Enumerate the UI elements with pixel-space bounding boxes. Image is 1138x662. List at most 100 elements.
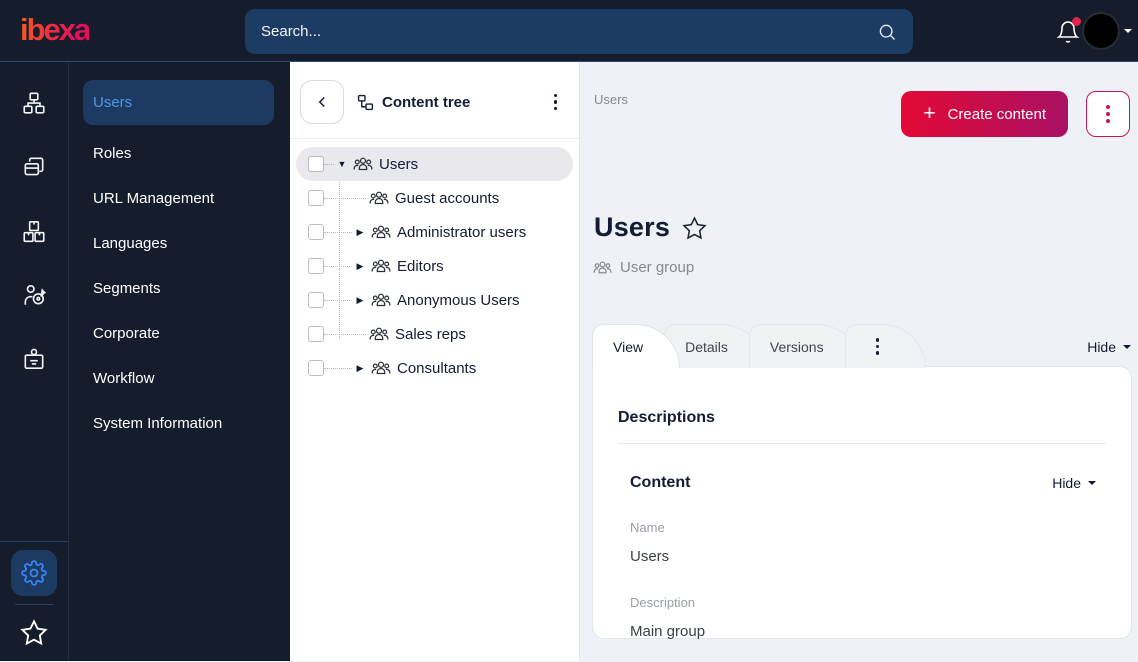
global-search[interactable] xyxy=(245,9,913,54)
tree-connector xyxy=(324,299,352,301)
tree-header-divider xyxy=(290,138,579,139)
tab-versions[interactable]: Versions xyxy=(748,324,861,368)
tree-item-consultants[interactable]: ▶ Consultants xyxy=(296,351,573,385)
tree-connector xyxy=(324,197,366,199)
notification-bell-icon[interactable] xyxy=(1056,17,1081,44)
field-value-description: Main group xyxy=(630,623,706,640)
tree-connector xyxy=(324,163,334,165)
field-label-description: Description xyxy=(630,595,696,610)
content-tree-title-wrap: Content tree xyxy=(357,94,470,111)
tree-item-editors[interactable]: ▶ Editors xyxy=(296,249,573,283)
icon-rail xyxy=(0,62,69,661)
tree-item-label: Users xyxy=(379,155,419,173)
checkbox[interactable] xyxy=(308,156,324,172)
checkbox[interactable] xyxy=(308,224,324,240)
user-group-icon xyxy=(371,293,391,307)
admin-menu-sidebar: Users Roles URL Management Languages Seg… xyxy=(69,62,290,661)
tree-connector xyxy=(324,231,352,233)
content-tree-list: ▼ Users Guest accounts ▶ Administrator u… xyxy=(290,145,579,385)
content-tree-title: Content tree xyxy=(382,93,471,111)
bookmark-star-icon[interactable] xyxy=(682,216,707,241)
caret-down-icon xyxy=(1088,481,1096,489)
caret-right-icon[interactable]: ▶ xyxy=(352,363,368,374)
sidebar-item-languages[interactable]: Languages xyxy=(83,221,274,266)
create-content-button[interactable]: + Create content xyxy=(901,91,1068,137)
top-bar: ibexa xyxy=(0,0,1138,62)
field-label-name: Name xyxy=(630,520,665,535)
tree-item-administrator-users[interactable]: ▶ Administrator users xyxy=(296,215,573,249)
admin-icon[interactable] xyxy=(21,346,47,372)
kebab-icon xyxy=(866,338,890,355)
app-body: Users Roles URL Management Languages Seg… xyxy=(0,62,1138,661)
hide-label: Hide xyxy=(1052,475,1081,491)
ibexa-logo[interactable]: ibexa xyxy=(20,12,91,48)
sidebar-item-roles[interactable]: Roles xyxy=(83,131,274,176)
content-type-text: User group xyxy=(620,259,695,276)
content-tree-icon xyxy=(357,94,374,110)
search-input[interactable] xyxy=(261,23,877,40)
tree-item-users[interactable]: ▼ Users xyxy=(296,147,573,181)
breadcrumb[interactable]: Users xyxy=(594,92,628,107)
user-group-icon xyxy=(369,327,389,341)
checkbox[interactable] xyxy=(308,360,324,376)
sidebar-item-workflow[interactable]: Workflow xyxy=(83,356,274,401)
sidebar-item-url-management[interactable]: URL Management xyxy=(83,176,274,221)
hide-label: Hide xyxy=(1087,339,1116,355)
content-structure-icon[interactable] xyxy=(21,90,47,116)
caret-right-icon[interactable]: ▶ xyxy=(352,295,368,306)
plus-icon: + xyxy=(923,101,936,125)
main-content: Users + Create content Users User group … xyxy=(580,62,1138,661)
content-tree-header: Content tree xyxy=(290,62,579,138)
tree-item-label: Administrator users xyxy=(397,223,527,241)
hide-toggle[interactable]: Hide xyxy=(1087,339,1131,367)
descriptions-heading: Descriptions xyxy=(618,409,715,426)
more-options-button[interactable] xyxy=(1086,91,1130,137)
tab-more[interactable] xyxy=(844,324,927,368)
tree-item-guest-accounts[interactable]: Guest accounts xyxy=(296,181,573,215)
notification-dot xyxy=(1072,17,1081,26)
tree-options-kebab-icon[interactable] xyxy=(548,90,564,115)
checkbox[interactable] xyxy=(308,326,324,342)
tree-item-anonymous-users[interactable]: ▶ Anonymous Users xyxy=(296,283,573,317)
field-value-name: Users xyxy=(630,548,670,565)
caret-right-icon[interactable]: ▶ xyxy=(352,261,368,272)
tab-bar: View Details Versions Hide xyxy=(592,322,1131,368)
tree-item-label: Guest accounts xyxy=(395,189,500,207)
rail-divider-short xyxy=(15,604,53,605)
caret-down-icon[interactable] xyxy=(1124,29,1132,37)
avatar[interactable] xyxy=(1084,14,1118,48)
collapse-tree-button[interactable] xyxy=(300,80,344,124)
bookmarks-star-icon[interactable] xyxy=(20,619,48,647)
page-title-row: Users xyxy=(594,212,707,243)
sidebar-item-users[interactable]: Users xyxy=(83,80,274,125)
user-group-icon xyxy=(371,225,391,239)
search-icon[interactable] xyxy=(877,22,897,42)
checkbox[interactable] xyxy=(308,292,324,308)
sidebar-item-corporate[interactable]: Corporate xyxy=(83,311,274,356)
tree-item-label: Editors xyxy=(397,257,444,275)
checkbox[interactable] xyxy=(308,190,324,206)
tree-connector xyxy=(324,333,366,335)
user-group-icon xyxy=(353,157,373,171)
settings-gear-icon xyxy=(21,560,47,586)
checkbox[interactable] xyxy=(308,258,324,274)
content-section-title: Content xyxy=(630,474,691,491)
header-actions: + Create content xyxy=(901,91,1130,137)
caret-down-icon[interactable]: ▼ xyxy=(334,159,350,169)
settings-button[interactable] xyxy=(11,550,57,596)
page-title: Users xyxy=(594,212,671,242)
sidebar-item-system-information[interactable]: System Information xyxy=(83,401,274,446)
user-group-icon xyxy=(369,191,389,205)
caret-down-icon xyxy=(1123,345,1131,353)
tree-item-label: Consultants xyxy=(397,359,477,377)
sidebar-item-segments[interactable]: Segments xyxy=(83,266,274,311)
pages-icon[interactable] xyxy=(21,154,47,180)
view-card: Descriptions Content Hide Name Users Des… xyxy=(592,366,1132,640)
product-catalog-icon[interactable] xyxy=(21,218,47,244)
user-group-icon xyxy=(371,361,391,375)
personalization-icon[interactable] xyxy=(21,282,47,308)
content-section-header: Content Hide xyxy=(618,474,1106,492)
caret-right-icon[interactable]: ▶ xyxy=(352,227,368,238)
content-hide-toggle[interactable]: Hide xyxy=(1052,475,1096,491)
tree-item-sales-reps[interactable]: Sales reps xyxy=(296,317,573,351)
